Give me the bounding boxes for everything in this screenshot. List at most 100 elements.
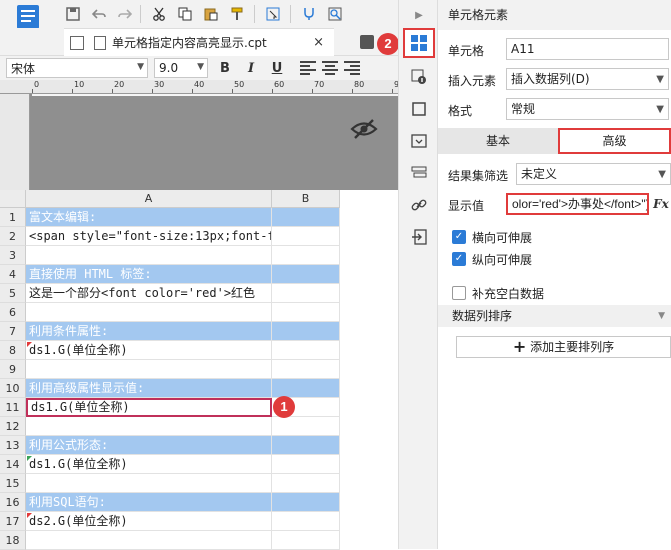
underline-button[interactable]: U — [268, 59, 286, 77]
cell-a11[interactable]: ds1.G(单位全称) — [26, 398, 272, 417]
cell-b18[interactable] — [272, 531, 340, 550]
paste-icon[interactable] — [202, 5, 220, 23]
font-family-select[interactable]: 宋体 ▼ — [6, 58, 148, 78]
cell-a10[interactable]: 利用高级属性显示值: — [26, 379, 272, 398]
cell-b12[interactable] — [272, 417, 340, 436]
display-value-field[interactable]: olor='red'>办事处</font>") — [506, 193, 649, 215]
column-header-a[interactable]: A — [26, 190, 272, 208]
fill-blank-checkbox[interactable] — [452, 286, 466, 300]
format-select[interactable]: 常规 ▼ — [506, 98, 669, 120]
cell-a3[interactable] — [26, 246, 272, 265]
cell-a16[interactable]: 利用SQL语句: — [26, 493, 272, 512]
align-right-icon[interactable] — [344, 61, 360, 75]
bold-button[interactable]: B — [216, 59, 234, 77]
result-filter-select[interactable]: 未定义 ▼ — [516, 163, 671, 185]
cell-a2[interactable]: <span style="font-size:13px;font-famil — [26, 227, 272, 246]
cell-b3[interactable] — [272, 246, 340, 265]
tab-advanced[interactable]: 高级 — [558, 128, 671, 154]
align-left-icon[interactable] — [300, 61, 316, 75]
format-painter-icon[interactable] — [228, 5, 246, 23]
datasource-icon[interactable] — [300, 5, 318, 23]
row-header[interactable]: 1 — [0, 208, 26, 227]
cell-b14[interactable] — [272, 455, 340, 474]
row-header[interactable]: 16 — [0, 493, 26, 512]
h-expand-checkbox[interactable]: ✓ — [452, 230, 466, 244]
row-header[interactable]: 3 — [0, 246, 26, 265]
row-header[interactable]: 10 — [0, 379, 26, 398]
link-icon[interactable] — [408, 194, 430, 216]
cell-b5[interactable] — [272, 284, 340, 303]
import-icon[interactable] — [408, 226, 430, 248]
cell-a9[interactable] — [26, 360, 272, 379]
cell-a8[interactable]: ds1.G(单位全称) — [26, 341, 272, 360]
cell-a1[interactable]: 富文本编辑: — [26, 208, 272, 227]
row-header[interactable]: 15 — [0, 474, 26, 493]
cell-a14[interactable]: ds1.G(单位全称) — [26, 455, 272, 474]
row-header[interactable]: 9 — [0, 360, 26, 379]
preview-icon[interactable] — [264, 5, 282, 23]
cell-b1[interactable] — [272, 208, 340, 227]
close-icon[interactable]: × — [313, 35, 324, 50]
row-header[interactable]: 18 — [0, 531, 26, 550]
cell-b8[interactable] — [272, 341, 340, 360]
widget-icon[interactable] — [408, 130, 430, 152]
row-header[interactable]: 5 — [0, 284, 26, 303]
cell-a5[interactable]: 这是一个部分<font color='red'>红色 — [26, 284, 272, 303]
save-icon[interactable] — [64, 5, 82, 23]
row-header[interactable]: 6 — [0, 303, 26, 322]
cell-a7[interactable]: 利用条件属性: — [26, 322, 272, 341]
cell-b4[interactable] — [272, 265, 340, 284]
sort-section-header[interactable]: 数据列排序 ▼ — [438, 305, 671, 327]
copy-icon[interactable] — [176, 5, 194, 23]
tab-basic[interactable]: 基本 — [438, 128, 558, 154]
cell-b6[interactable] — [272, 303, 340, 322]
cell-b2[interactable] — [272, 227, 340, 246]
undo-icon[interactable] — [90, 5, 108, 23]
redo-icon[interactable] — [116, 5, 134, 23]
row-header[interactable]: 12 — [0, 417, 26, 436]
align-center-icon[interactable] — [322, 61, 338, 75]
grid-corner[interactable] — [0, 190, 26, 208]
cell-a15[interactable] — [26, 474, 272, 493]
cell-b9[interactable] — [272, 360, 340, 379]
cell-a17[interactable]: ds2.G(单位全称) — [26, 512, 272, 531]
v-expand-checkbox[interactable]: ✓ — [452, 252, 466, 266]
cell-a18[interactable] — [26, 531, 272, 550]
tab-menu-icon[interactable] — [360, 35, 374, 49]
cell-b16[interactable] — [272, 493, 340, 512]
cell-b13[interactable] — [272, 436, 340, 455]
column-header-b[interactable]: B — [272, 190, 340, 208]
hide-eye-icon[interactable] — [350, 118, 378, 140]
cell-a6[interactable] — [26, 303, 272, 322]
border-icon[interactable] — [408, 98, 430, 120]
row-header[interactable]: 8 — [0, 341, 26, 360]
cut-icon[interactable] — [150, 5, 168, 23]
ruler-number: 60 — [274, 80, 285, 89]
insert-element-select[interactable]: 插入数据列(D) ▼ — [506, 68, 669, 90]
row-header[interactable]: 13 — [0, 436, 26, 455]
font-size-select[interactable]: 9.0 ▼ — [154, 58, 208, 78]
cell-b17[interactable] — [272, 512, 340, 531]
add-sort-button[interactable]: + 添加主要排列序 — [456, 336, 671, 358]
cell-element-icon[interactable] — [403, 28, 435, 58]
italic-button[interactable]: I — [242, 59, 260, 77]
cell-address-field[interactable]: A11 — [506, 38, 669, 60]
cell-attribute-icon[interactable] — [408, 66, 430, 88]
row-header[interactable]: 17 — [0, 512, 26, 531]
cell-b7[interactable] — [272, 322, 340, 341]
row-header[interactable]: 2 — [0, 227, 26, 246]
row-header[interactable]: 7 — [0, 322, 26, 341]
condition-icon[interactable] — [408, 162, 430, 184]
row-header[interactable]: 4 — [0, 265, 26, 284]
tab-template[interactable]: 单元格指定内容高亮显示.cpt × — [64, 28, 334, 56]
cell-b15[interactable] — [272, 474, 340, 493]
cell-a12[interactable] — [26, 417, 272, 436]
search-icon[interactable] — [326, 5, 344, 23]
row-header[interactable]: 14 — [0, 455, 26, 474]
cell-a13[interactable]: 利用公式形态: — [26, 436, 272, 455]
formula-button[interactable]: Fx — [651, 193, 671, 215]
row-header[interactable]: 11 — [0, 398, 26, 417]
cell-a4[interactable]: 直接使用 HTML 标签: — [26, 265, 272, 284]
ruler-tick — [192, 89, 193, 93]
chevron-right-icon[interactable]: ▶ — [408, 4, 430, 26]
